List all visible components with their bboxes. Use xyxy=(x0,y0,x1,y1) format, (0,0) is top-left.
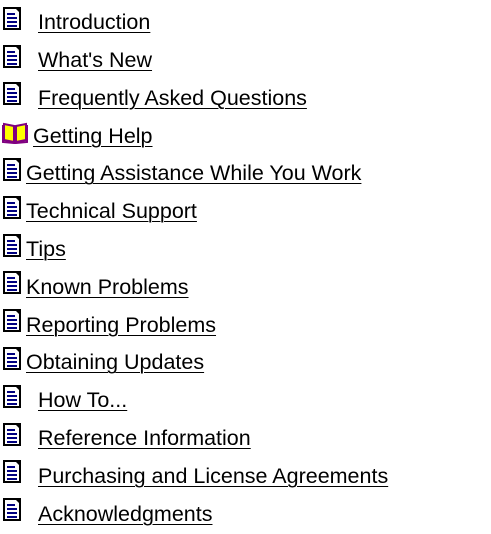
list-item: Frequently Asked Questions xyxy=(2,80,388,118)
toc-link-technical-support[interactable]: Technical Support xyxy=(26,201,197,223)
toc-link-faq[interactable]: Frequently Asked Questions xyxy=(38,87,307,110)
list-item: Purchasing and License Agreements xyxy=(2,458,388,496)
list-item: Reporting Problems xyxy=(2,306,388,344)
list-item: Reference Information xyxy=(2,420,388,458)
toc-link-whats-new[interactable]: What's New xyxy=(38,49,152,72)
toc-link-introduction[interactable]: Introduction xyxy=(38,12,150,34)
toc-link-obtaining-updates[interactable]: Obtaining Updates xyxy=(26,352,204,374)
toc-link-tips[interactable]: Tips xyxy=(26,238,66,261)
list-item: Tips xyxy=(2,231,388,269)
help-contents-list: Introduction What's New Frequently Asked… xyxy=(2,4,388,533)
list-item: Introduction xyxy=(2,4,388,42)
toc-link-getting-help[interactable]: Getting Help xyxy=(33,125,153,148)
list-item: Getting Assistance While You Work xyxy=(2,155,388,193)
toc-link-getting-assistance[interactable]: Getting Assistance While You Work xyxy=(26,163,361,185)
book-icon xyxy=(2,120,28,146)
toc-link-how-to[interactable]: How To... xyxy=(38,390,127,412)
page-icon xyxy=(2,498,26,524)
page-icon xyxy=(2,347,26,373)
list-item: Obtaining Updates xyxy=(2,344,388,382)
page-icon xyxy=(2,82,26,108)
toc-link-reporting-problems[interactable]: Reporting Problems xyxy=(26,314,216,337)
list-item: Acknowledgments xyxy=(2,495,388,533)
toc-link-known-problems[interactable]: Known Problems xyxy=(26,276,189,299)
toc-link-purchasing-license[interactable]: Purchasing and License Agreements xyxy=(38,465,388,488)
page-icon xyxy=(2,233,26,260)
page-icon xyxy=(2,158,26,184)
page-icon xyxy=(2,271,26,297)
list-item: What's New xyxy=(2,42,388,80)
toc-link-acknowledgments[interactable]: Acknowledgments xyxy=(38,503,212,526)
page-icon xyxy=(2,422,26,449)
list-item: Known Problems xyxy=(2,269,388,307)
page-icon xyxy=(2,309,26,335)
list-item: Technical Support xyxy=(2,193,388,231)
page-icon xyxy=(2,44,26,71)
page-icon xyxy=(2,195,26,222)
list-item: How To... xyxy=(2,382,388,420)
page-icon xyxy=(2,6,26,33)
list-item: Getting Help xyxy=(2,117,388,155)
page-icon xyxy=(2,384,26,411)
toc-link-reference-information[interactable]: Reference Information xyxy=(38,427,251,450)
page-icon xyxy=(2,460,26,486)
